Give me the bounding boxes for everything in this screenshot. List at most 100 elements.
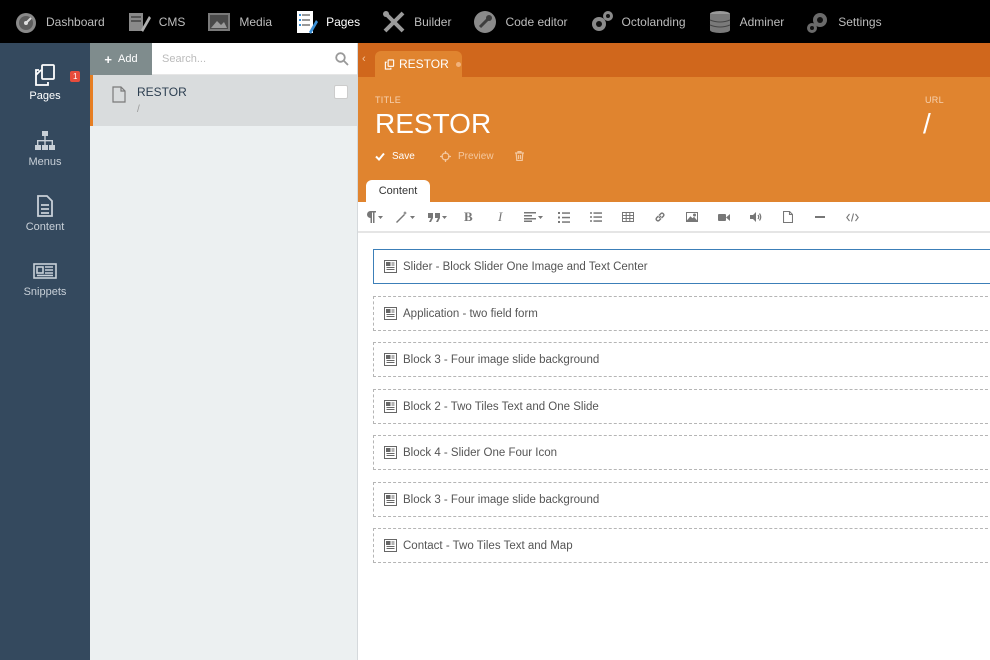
content-block[interactable]: Block 2 - Two Tiles Text and One Slide	[373, 389, 990, 424]
nav-adminer[interactable]: Adminer	[708, 0, 784, 43]
quote-icon	[428, 212, 440, 222]
caret-down-icon	[410, 215, 415, 219]
audio-button[interactable]	[750, 209, 762, 225]
list-item-title: RESTOR	[137, 85, 187, 99]
nav-dashboard[interactable]: Dashboard	[14, 0, 105, 43]
save-label: Save	[392, 151, 415, 162]
align-button[interactable]	[524, 209, 543, 225]
nav-code-editor[interactable]: Code editor	[473, 0, 568, 43]
pages-copy-icon	[33, 63, 57, 87]
content-block-label: Application - two field form	[403, 307, 538, 320]
sidebar-item-content[interactable]: Content	[0, 194, 90, 254]
delete-button[interactable]	[515, 151, 531, 161]
sidebar-item-menus[interactable]: Menus	[0, 129, 90, 189]
caret-down-icon	[378, 215, 383, 219]
unordered-list-icon	[590, 212, 602, 222]
save-button[interactable]: Save	[375, 151, 415, 162]
content-block[interactable]: Block 3 - Four image slide background	[373, 482, 990, 517]
search-box	[152, 43, 357, 75]
snippet-block-icon	[384, 260, 397, 273]
collapse-arrow-icon[interactable]: ‹	[362, 53, 366, 65]
content-block-label: Block 2 - Two Tiles Text and One Slide	[403, 400, 599, 413]
snippet-block-icon	[384, 353, 397, 366]
settings-icon	[806, 10, 830, 34]
list-item-url: /	[137, 104, 140, 115]
sidebar-item-snippets[interactable]: Snippets	[0, 259, 90, 319]
video-button[interactable]	[718, 209, 730, 225]
tab-restor[interactable]: RESTOR	[375, 51, 462, 77]
nav-settings-label: Settings	[838, 14, 882, 29]
quote-button[interactable]	[428, 209, 447, 225]
crosshair-icon	[440, 151, 451, 162]
image-button[interactable]	[686, 209, 698, 225]
page-header: ‹ RESTOR TITLE RESTOR URL / Save Preview…	[358, 43, 990, 202]
italic-button[interactable]: I	[498, 209, 502, 225]
link-button[interactable]	[654, 209, 666, 225]
horizontal-line-icon	[815, 215, 825, 218]
newspaper-icon	[33, 259, 57, 283]
align-left-icon	[524, 212, 536, 222]
style-button[interactable]	[396, 209, 415, 225]
nav-pages-label: Pages	[326, 14, 361, 29]
horizontal-line-button[interactable]	[815, 209, 825, 225]
search-input[interactable]	[152, 43, 357, 75]
code-view-button[interactable]	[846, 209, 859, 225]
file-icon	[783, 211, 793, 223]
file-button[interactable]	[783, 209, 793, 225]
nav-media-label: Media	[239, 14, 273, 29]
nav-cms[interactable]: CMS	[127, 0, 185, 43]
adminer-icon	[708, 10, 732, 34]
title-field[interactable]: RESTOR	[375, 108, 491, 140]
nav-settings[interactable]: Settings	[806, 0, 882, 43]
unordered-list-button[interactable]	[590, 209, 602, 225]
ordered-list-button[interactable]	[558, 209, 570, 225]
plus-icon: +	[104, 51, 112, 67]
snippet-block-icon	[384, 539, 397, 552]
editor-area: ‹ RESTOR TITLE RESTOR URL / Save Preview…	[358, 43, 990, 660]
content-block-label: Block 3 - Four image slide background	[403, 493, 600, 506]
video-camera-icon	[718, 213, 730, 221]
sidebar-item-menus-label: Menus	[28, 156, 62, 168]
content-block-label: Block 3 - Four image slide background	[403, 353, 600, 366]
dashboard-icon	[14, 10, 38, 34]
link-icon	[655, 212, 665, 222]
paragraph-icon	[367, 211, 376, 223]
speaker-icon	[750, 212, 762, 222]
nav-media[interactable]: Media	[207, 0, 272, 43]
unsaved-dot-icon	[455, 61, 461, 67]
nav-code-editor-label: Code editor	[505, 14, 568, 29]
tab-content[interactable]: Content	[366, 180, 430, 202]
document-tabstrip: ‹ RESTOR	[358, 43, 990, 77]
search-icon[interactable]	[335, 52, 349, 66]
content-block[interactable]: Slider - Block Slider One Image and Text…	[373, 249, 990, 284]
sidebar: Pages 1 Menus Content Snippets	[0, 43, 90, 660]
content-block[interactable]: Contact - Two Tiles Text and Map	[373, 528, 990, 563]
list-item-checkbox[interactable]	[334, 85, 348, 99]
trash-icon	[515, 151, 524, 161]
nav-octolanding[interactable]: Octolanding	[590, 0, 686, 43]
url-field[interactable]: /	[923, 108, 931, 140]
list-item[interactable]: RESTOR /	[90, 75, 357, 126]
content-block[interactable]: Block 4 - Slider One Four Icon	[373, 435, 990, 470]
builder-icon	[382, 10, 406, 34]
file-text-icon	[33, 194, 57, 218]
bold-button[interactable]: B	[464, 209, 473, 225]
paragraph-format-button[interactable]	[367, 209, 383, 225]
content-block[interactable]: Block 3 - Four image slide background	[373, 342, 990, 377]
content-block-label: Block 4 - Slider One Four Icon	[403, 446, 558, 459]
code-editor-icon	[473, 10, 497, 34]
preview-button[interactable]: Preview	[440, 151, 494, 162]
editor-toolbar: B I	[358, 202, 990, 233]
sitemap-icon	[33, 129, 57, 153]
nav-builder[interactable]: Builder	[382, 0, 451, 43]
snippet-block-icon	[384, 446, 397, 459]
content-block[interactable]: Application - two field form	[373, 296, 990, 331]
add-button[interactable]: + Add	[90, 43, 152, 75]
nav-pages[interactable]: Pages	[294, 0, 360, 43]
table-button[interactable]	[622, 209, 634, 225]
pages-icon	[294, 10, 319, 34]
checkmark-icon	[375, 152, 385, 161]
magic-wand-icon	[396, 211, 407, 223]
snippet-block-icon	[384, 400, 397, 413]
sidebar-item-pages[interactable]: Pages 1	[0, 63, 90, 123]
